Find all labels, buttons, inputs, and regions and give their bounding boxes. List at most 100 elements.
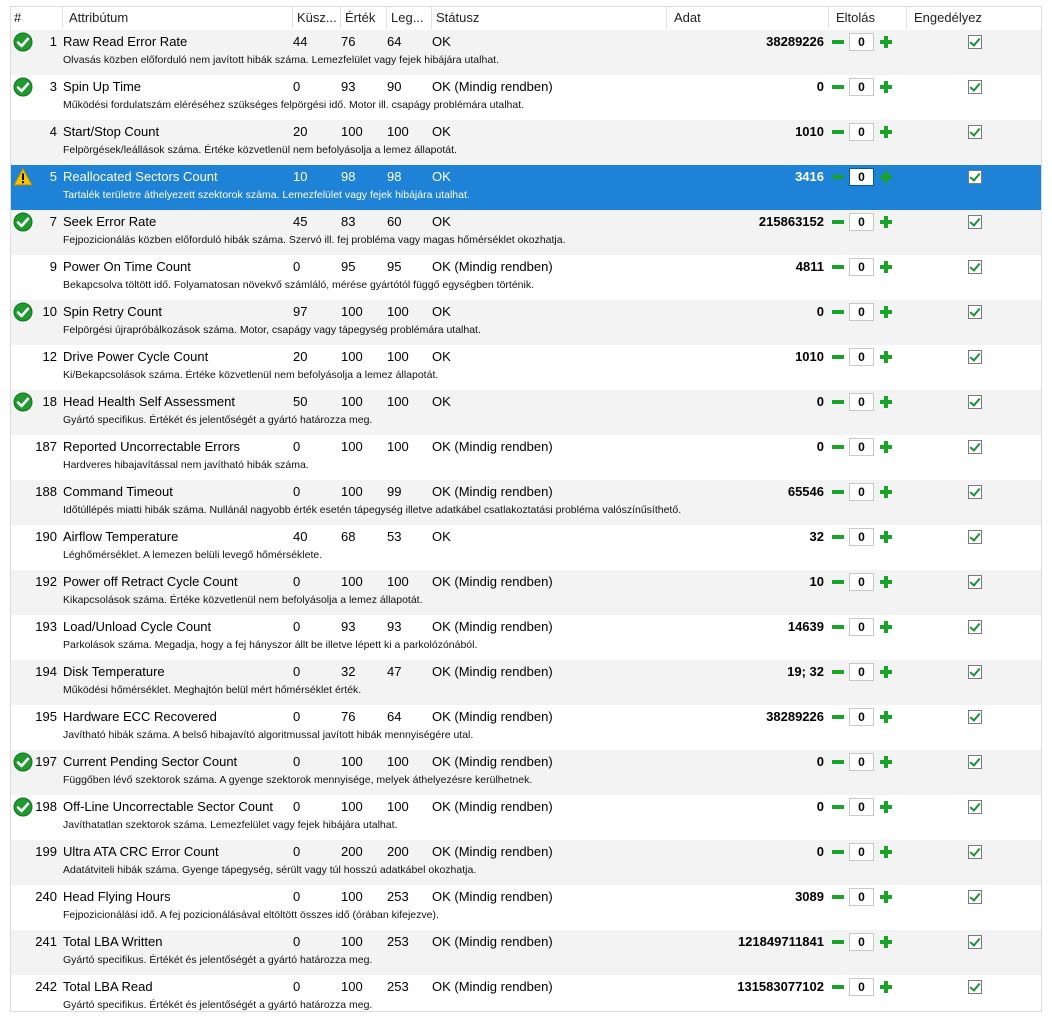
enable-checkbox[interactable]: [968, 440, 982, 454]
offset-increase-button[interactable]: [877, 483, 895, 501]
enable-checkbox[interactable]: [968, 710, 982, 724]
offset-decrease-button[interactable]: [829, 888, 847, 906]
offset-decrease-button[interactable]: [829, 168, 847, 186]
table-row[interactable]: 4 Start/Stop Count 20 100 100 OK 1010 0 Felpörgé…: [10, 120, 1042, 165]
offset-increase-button[interactable]: [877, 573, 895, 591]
header-threshold[interactable]: Küsz...: [293, 6, 341, 29]
header-status[interactable]: Státusz: [432, 6, 667, 29]
enable-checkbox[interactable]: [968, 260, 982, 274]
offset-input[interactable]: 0: [849, 798, 874, 816]
offset-input[interactable]: 0: [849, 303, 874, 321]
enable-checkbox[interactable]: [968, 395, 982, 409]
offset-decrease-button[interactable]: [829, 303, 847, 321]
header-offset[interactable]: Eltolás: [829, 6, 907, 29]
offset-decrease-button[interactable]: [829, 438, 847, 456]
table-row[interactable]: 187 Reported Uncorrectable Errors 0 100 100 O…: [10, 435, 1042, 480]
offset-input[interactable]: 0: [849, 168, 874, 186]
offset-increase-button[interactable]: [877, 843, 895, 861]
enable-checkbox[interactable]: [968, 305, 982, 319]
offset-input[interactable]: 0: [849, 663, 874, 681]
enable-checkbox[interactable]: [968, 845, 982, 859]
offset-increase-button[interactable]: [877, 753, 895, 771]
header-worst[interactable]: Leg...: [387, 6, 432, 29]
offset-increase-button[interactable]: [877, 978, 895, 996]
table-row[interactable]: 5 Reallocated Sectors Count 10 98 98 OK 3416 0 T…: [10, 165, 1042, 210]
header-raw-data[interactable]: Adat: [667, 6, 829, 29]
offset-input[interactable]: 0: [849, 843, 874, 861]
offset-decrease-button[interactable]: [829, 258, 847, 276]
offset-increase-button[interactable]: [877, 618, 895, 636]
offset-increase-button[interactable]: [877, 393, 895, 411]
offset-increase-button[interactable]: [877, 168, 895, 186]
offset-increase-button[interactable]: [877, 528, 895, 546]
offset-increase-button[interactable]: [877, 798, 895, 816]
offset-input[interactable]: 0: [849, 438, 874, 456]
offset-decrease-button[interactable]: [829, 213, 847, 231]
offset-decrease-button[interactable]: [829, 123, 847, 141]
enable-checkbox[interactable]: [968, 980, 982, 994]
header-value[interactable]: Érték: [341, 6, 387, 29]
offset-increase-button[interactable]: [877, 663, 895, 681]
offset-input[interactable]: 0: [849, 618, 874, 636]
offset-increase-button[interactable]: [877, 123, 895, 141]
enable-checkbox[interactable]: [968, 890, 982, 904]
enable-checkbox[interactable]: [968, 665, 982, 679]
offset-increase-button[interactable]: [877, 438, 895, 456]
offset-input[interactable]: 0: [849, 123, 874, 141]
offset-input[interactable]: 0: [849, 258, 874, 276]
table-row[interactable]: 10 Spin Retry Count 97 100 100 OK 0 0 Felpörgési…: [10, 300, 1042, 345]
table-row[interactable]: 3 Spin Up Time 0 93 90 OK (Mindig rendben) 0 0 M…: [10, 75, 1042, 120]
offset-input[interactable]: 0: [849, 573, 874, 591]
offset-increase-button[interactable]: [877, 258, 895, 276]
offset-increase-button[interactable]: [877, 708, 895, 726]
offset-increase-button[interactable]: [877, 78, 895, 96]
offset-decrease-button[interactable]: [829, 753, 847, 771]
table-row[interactable]: 197 Current Pending Sector Count 0 100 100 OK…: [10, 750, 1042, 795]
header-attribute[interactable]: Attribútum: [63, 6, 293, 29]
table-row[interactable]: 241 Total LBA Written 0 100 253 OK (Mindig re…: [10, 930, 1042, 975]
offset-decrease-button[interactable]: [829, 708, 847, 726]
offset-input[interactable]: 0: [849, 888, 874, 906]
table-row[interactable]: 242 Total LBA Read 0 100 253 OK (Mindig rendb…: [10, 975, 1042, 1016]
offset-decrease-button[interactable]: [829, 843, 847, 861]
offset-input[interactable]: 0: [849, 348, 874, 366]
offset-input[interactable]: 0: [849, 753, 874, 771]
table-row[interactable]: 240 Head Flying Hours 0 100 253 OK (Mindig re…: [10, 885, 1042, 930]
offset-input[interactable]: 0: [849, 708, 874, 726]
table-row[interactable]: 190 Airflow Temperature 40 68 53 OK 32 0 Léghőmé…: [10, 525, 1042, 570]
enable-checkbox[interactable]: [968, 35, 982, 49]
header-number[interactable]: #: [10, 6, 63, 29]
table-row[interactable]: 193 Load/Unload Cycle Count 0 93 93 OK (Mindi…: [10, 615, 1042, 660]
enable-checkbox[interactable]: [968, 215, 982, 229]
offset-decrease-button[interactable]: [829, 978, 847, 996]
offset-increase-button[interactable]: [877, 933, 895, 951]
offset-decrease-button[interactable]: [829, 528, 847, 546]
offset-increase-button[interactable]: [877, 303, 895, 321]
offset-input[interactable]: 0: [849, 528, 874, 546]
table-row[interactable]: 198 Off-Line Uncorrectable Sector Count 0 1…: [10, 795, 1042, 840]
offset-decrease-button[interactable]: [829, 798, 847, 816]
offset-input[interactable]: 0: [849, 78, 874, 96]
offset-decrease-button[interactable]: [829, 573, 847, 591]
enable-checkbox[interactable]: [968, 800, 982, 814]
offset-input[interactable]: 0: [849, 393, 874, 411]
table-row[interactable]: 192 Power off Retract Cycle Count 0 100 100 O…: [10, 570, 1042, 615]
enable-checkbox[interactable]: [968, 125, 982, 139]
enable-checkbox[interactable]: [968, 620, 982, 634]
enable-checkbox[interactable]: [968, 755, 982, 769]
table-row[interactable]: 199 Ultra ATA CRC Error Count 0 200 200 OK (M…: [10, 840, 1042, 885]
offset-decrease-button[interactable]: [829, 618, 847, 636]
table-row[interactable]: 188 Command Timeout 0 100 99 OK (Mindig rendb…: [10, 480, 1042, 525]
enable-checkbox[interactable]: [968, 935, 982, 949]
enable-checkbox[interactable]: [968, 80, 982, 94]
enable-checkbox[interactable]: [968, 530, 982, 544]
table-row[interactable]: 194 Disk Temperature 0 32 47 OK (Mindig rendb…: [10, 660, 1042, 705]
offset-input[interactable]: 0: [849, 213, 874, 231]
enable-checkbox[interactable]: [968, 170, 982, 184]
offset-increase-button[interactable]: [877, 33, 895, 51]
enable-checkbox[interactable]: [968, 575, 982, 589]
enable-checkbox[interactable]: [968, 350, 982, 364]
offset-decrease-button[interactable]: [829, 393, 847, 411]
offset-decrease-button[interactable]: [829, 483, 847, 501]
offset-input[interactable]: 0: [849, 933, 874, 951]
